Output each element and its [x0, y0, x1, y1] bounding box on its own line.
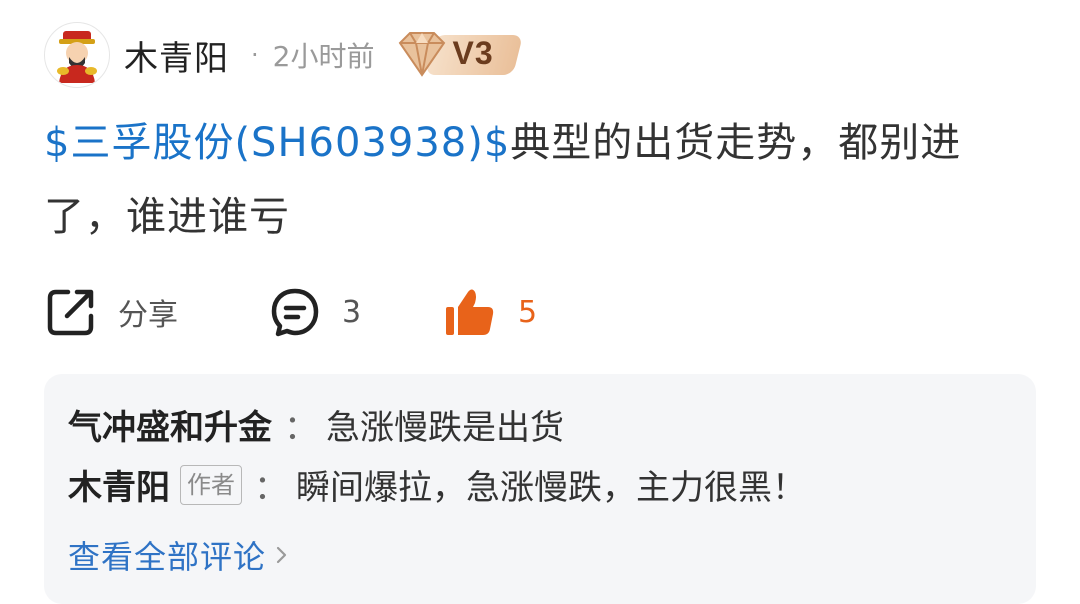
post-header: 木青阳 · 2小时前 V3 — [44, 22, 524, 88]
share-label: 分享 — [118, 298, 178, 333]
comment-icon — [271, 288, 319, 337]
chevron-right-icon — [276, 546, 287, 564]
username[interactable]: 木青阳 — [124, 31, 229, 80]
stock-link[interactable]: $三孚股份(SH603938)$ — [44, 120, 510, 166]
action-bar: 分享 3 5 — [46, 284, 646, 340]
post-content: $三孚股份(SH603938)$典型的出货走势，都别进了，谁进谁亏 — [44, 106, 1024, 254]
level-badge: V3 — [392, 29, 524, 81]
comment-button[interactable]: 3 — [270, 284, 361, 340]
fortune-god-avatar-icon — [57, 31, 97, 83]
view-all-comments-label: 查看全部评论 — [68, 538, 267, 576]
comment-text: 瞬间爆拉，急涨慢跌，主力很黑！ — [296, 468, 806, 508]
comment-author[interactable]: 木青阳 — [68, 460, 170, 509]
avatar[interactable] — [44, 22, 110, 88]
thumbs-up-icon — [446, 289, 494, 335]
view-all-comments-link[interactable]: 查看全部评论 — [68, 532, 290, 578]
comment-author[interactable]: 气冲盛和升金 — [68, 400, 272, 449]
author-tag: 作者 — [180, 464, 242, 505]
post-time: 2小时前 — [272, 40, 375, 73]
like-count: 5 — [518, 294, 538, 330]
level-badge-text: V3 — [452, 35, 494, 71]
comment-separator: ： — [284, 408, 318, 448]
separator-dot: · — [251, 41, 259, 69]
comment-item: 木青阳 作者 ： 瞬间爆拉，急涨慢跌，主力很黑！ — [68, 460, 806, 509]
comment-text: 急涨慢跌是出货 — [326, 408, 564, 448]
comment-count: 3 — [342, 294, 362, 330]
diamond-icon — [399, 32, 446, 77]
comment-separator: ： — [254, 468, 288, 508]
comments-preview: 气冲盛和升金 ： 急涨慢跌是出货 木青阳 作者 ： 瞬间爆拉，急涨慢跌，主力很黑… — [44, 374, 1036, 604]
share-icon — [47, 289, 94, 336]
like-button[interactable]: 5 — [444, 284, 537, 340]
share-button[interactable]: 分享 — [46, 284, 178, 340]
comment-item: 气冲盛和升金 ： 急涨慢跌是出货 — [68, 400, 564, 449]
